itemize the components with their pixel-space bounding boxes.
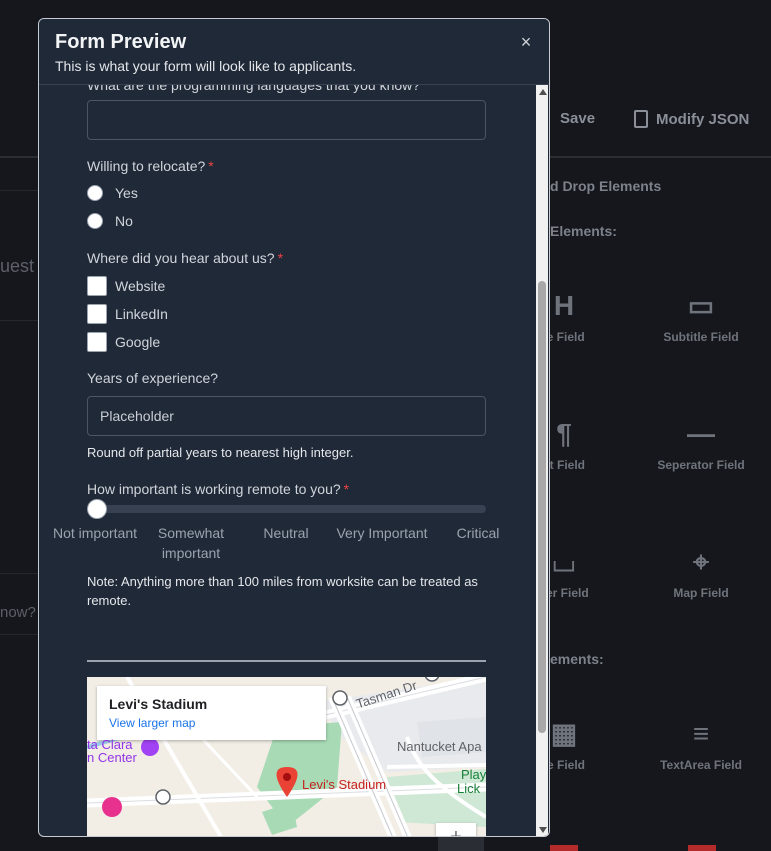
slider-mark-label: Not important (52, 525, 138, 541)
embedded-map[interactable]: Levi's Stadium View larger map Levi's St… (87, 677, 486, 836)
scroll-down-icon[interactable] (539, 827, 547, 833)
map-area-label: Lick (457, 781, 481, 796)
checkbox-label: Google (115, 334, 161, 350)
slider-mark-label: Neutral (263, 525, 309, 541)
background-question-text-2: now? (0, 604, 36, 621)
background-divider (0, 320, 40, 321)
required-mark: * (277, 250, 284, 266)
languages-input[interactable] (87, 100, 486, 140)
modal-title: Form Preview (55, 31, 187, 53)
checkbox[interactable] (87, 276, 107, 296)
tile-textarea-field[interactable]: ≡ TextArea Field (631, 718, 771, 772)
checkbox-label: LinkedIn (115, 306, 168, 322)
remote-slider-thumb[interactable] (87, 499, 107, 519)
checkbox-option-website[interactable]: Website (87, 276, 165, 296)
document-icon (634, 110, 648, 128)
experience-helper-text: Round off partial years to nearest high … (87, 445, 354, 460)
experience-input[interactable]: Placeholder (87, 396, 486, 436)
checkbox[interactable] (87, 304, 107, 324)
tile-label: Seperator Field (657, 458, 745, 472)
question-label-experience: Years of experience? (87, 370, 219, 386)
map-place-title: Levi's Stadium (109, 696, 208, 712)
radio-option-no[interactable]: No (87, 213, 133, 229)
modify-json-button[interactable]: Modify JSON (634, 110, 749, 128)
required-mark: * (343, 481, 350, 497)
scroll-up-icon[interactable] (539, 89, 547, 95)
scrollbar-thumb[interactable] (538, 281, 546, 733)
tile-separator-field[interactable]: — Seperator Field (631, 418, 771, 472)
modal-scrollbar[interactable] (536, 85, 548, 836)
radio-option-yes[interactable]: Yes (87, 185, 138, 201)
background-element (688, 845, 716, 851)
map-area-label: Nantucket Apa (397, 739, 482, 754)
view-larger-map-link[interactable]: View larger map (109, 716, 195, 730)
background-question-text: uest (0, 256, 35, 276)
question-text: Where did you hear about us? (87, 250, 275, 266)
map-zoom-in-button[interactable]: + (436, 823, 476, 836)
background-divider (0, 190, 40, 191)
question-label-source: Where did you hear about us? * (87, 250, 283, 266)
modal-header: Form Preview This is what your form will… (39, 19, 549, 85)
question-text: How important is working remote to you? (87, 481, 341, 497)
slider-mark-label: Very Important (336, 525, 428, 541)
required-mark: * (208, 158, 214, 174)
tile-label: Map Field (673, 586, 729, 600)
separator-icon: — (687, 418, 715, 449)
subtitle-icon: ▭ (687, 290, 715, 321)
close-icon[interactable]: × (517, 33, 535, 51)
separator-line (87, 660, 486, 662)
background-element (550, 845, 578, 851)
radio-label: No (115, 213, 133, 229)
tile-map-field[interactable]: ⌖ Map Field (631, 546, 771, 600)
elements-section-title: Elements: (550, 223, 617, 239)
modal-body[interactable]: What are the programming languages that … (39, 85, 537, 836)
radio-button[interactable] (87, 213, 103, 229)
slider-mark-label: Somewhat important (157, 525, 225, 561)
question-label-remote: How important is working remote to you? * (87, 481, 349, 497)
remote-slider-track[interactable] (87, 505, 486, 513)
elements-panel-title: d Drop Elements (550, 178, 662, 194)
tile-label: TextArea Field (660, 758, 742, 772)
textarea-icon: ≡ (692, 718, 710, 749)
question-label-languages: What are the programming languages that … (87, 85, 421, 93)
elements-section-title-2: ements: (550, 651, 604, 667)
radio-button[interactable] (87, 185, 103, 201)
map-poi-label: n Center (87, 750, 137, 765)
question-label-relocate: Willing to relocate? * (87, 158, 214, 174)
radio-label: Yes (115, 185, 138, 201)
tile-label: Subtitle Field (663, 330, 739, 344)
remote-note-text: Note: Anything more than 100 miles from … (87, 574, 478, 608)
checkbox-option-google[interactable]: Google (87, 332, 160, 352)
background-divider (0, 573, 40, 574)
background-element (438, 836, 484, 851)
map-area-label: Play (461, 767, 486, 782)
question-text: Willing to relocate? (87, 158, 206, 174)
map-info-card: Levi's Stadium View larger map (97, 686, 326, 740)
checkbox-label: Website (115, 278, 166, 294)
map-pin-icon: ⌖ (693, 546, 709, 577)
form-preview-modal: Form Preview This is what your form will… (38, 18, 550, 837)
background-divider (0, 634, 40, 635)
modify-json-label: Modify JSON (656, 110, 750, 128)
save-button-label: Save (560, 110, 596, 127)
modal-subtitle: This is what your form will look like to… (55, 58, 357, 74)
checkbox[interactable] (87, 332, 107, 352)
slider-mark-label: Critical (456, 525, 500, 541)
tile-subtitle-field[interactable]: ▭ Subtitle Field (631, 290, 771, 344)
save-button[interactable]: Save (560, 110, 595, 127)
checkbox-option-linkedin[interactable]: LinkedIn (87, 304, 168, 324)
map-pin-label: Levi's Stadium (302, 777, 387, 792)
